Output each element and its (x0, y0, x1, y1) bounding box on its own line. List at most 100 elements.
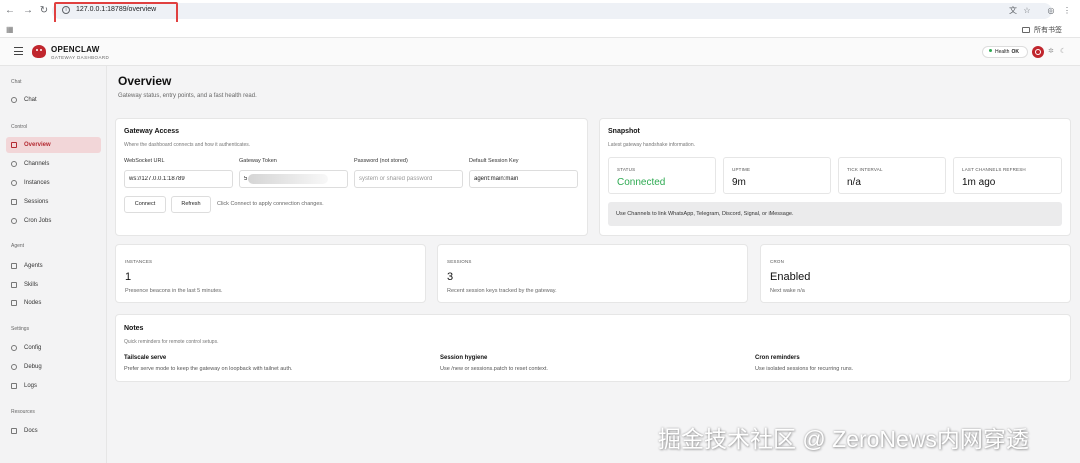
sidebar-item-logs[interactable]: Logs (6, 378, 101, 394)
connect-button[interactable]: Connect (124, 196, 166, 213)
password-label: Password (not stored) (354, 158, 408, 164)
sidebar-item-label: Logs (24, 383, 38, 389)
instances-card: INSTANCES 1 Presence beacons in the last… (115, 244, 426, 303)
menu-dots-icon[interactable]: ⋮ (1062, 6, 1072, 16)
sidebar-item-cron-jobs[interactable]: Cron Jobs (6, 213, 101, 229)
uptime-stat: UPTIME 9m (723, 157, 831, 194)
translate-icon[interactable]: 文 (1008, 6, 1018, 16)
sidebar-item-overview[interactable]: Overview (6, 137, 101, 153)
session-key-input[interactable] (469, 170, 578, 188)
websocket-url-input[interactable] (124, 170, 233, 188)
file-text-icon (11, 383, 17, 389)
hamburger-menu-icon[interactable] (14, 47, 23, 55)
sidebar-item-nodes[interactable]: Nodes (6, 295, 101, 311)
app-header: OPENCLAW GATEWAY DASHBOARD Health OK ✲ ☾ (0, 38, 1080, 66)
sidebar-item-label: Sessions (24, 199, 49, 205)
note-cron-title: Cron reminders (755, 355, 800, 361)
forward-arrow-icon[interactable]: → (22, 5, 34, 17)
sessions-label: SESSIONS (447, 259, 472, 264)
token-blur-mask (248, 174, 328, 184)
sidebar-item-sessions[interactable]: Sessions (6, 194, 101, 210)
sidebar-item-agents[interactable]: Agents (6, 258, 101, 274)
brand-name: OPENCLAW (51, 45, 100, 54)
sidebar-item-label: Instances (24, 180, 50, 186)
sidebar-item-label: Config (24, 345, 42, 351)
sidebar-item-label: Overview (24, 142, 51, 148)
sidebar-item-label: Cron Jobs (24, 218, 52, 224)
brand-subtitle: GATEWAY DASHBOARD (51, 55, 110, 60)
status-value: Connected (617, 177, 666, 188)
note-tailscale-text: Prefer serve mode to keep the gateway on… (124, 366, 293, 372)
password-input[interactable] (354, 170, 463, 188)
sidebar-item-debug[interactable]: Debug (6, 359, 101, 375)
page-title: Overview (118, 74, 172, 88)
profile-icon[interactable]: ◎ (1046, 6, 1056, 16)
all-bookmarks-label: 所有书签 (1034, 27, 1062, 34)
monitor-icon (11, 300, 17, 306)
bug-icon (11, 364, 17, 370)
folder-icon (11, 263, 17, 269)
address-bar[interactable] (52, 3, 1052, 19)
sidebar-section-control: Control (11, 124, 28, 130)
session-key-label: Default Session Key (469, 158, 519, 164)
sidebar-item-label: Agents (24, 263, 43, 269)
connect-hint: Click Connect to apply connection change… (217, 201, 324, 207)
cron-label: CRON (770, 259, 785, 264)
page-subtitle: Gateway status, entry points, and a fast… (118, 93, 257, 99)
all-bookmarks-button[interactable]: 所有书签 (1022, 25, 1062, 35)
sun-icon[interactable]: ✲ (1048, 47, 1054, 55)
apps-grid-icon[interactable]: ▦ (6, 25, 14, 34)
health-label: Health (995, 49, 1010, 55)
tick-interval-label: TICK INTERVAL (847, 167, 883, 172)
health-badge: Health OK (982, 46, 1028, 58)
moon-icon[interactable]: ☾ (1060, 47, 1066, 55)
uptime-value: 9m (732, 177, 746, 188)
folder-icon (1022, 27, 1030, 33)
channels-info-callout: Use Channels to link WhatsApp, Telegram,… (608, 202, 1062, 226)
sidebar-item-label: Debug (24, 364, 42, 370)
bookmark-star-icon[interactable]: ☆ (1022, 6, 1032, 16)
snapshot-subtitle: Latest gateway handshake information. (608, 142, 695, 148)
sidebar-item-label: Skills (24, 282, 39, 288)
status-stat: STATUS Connected (608, 157, 716, 194)
notes-title: Notes (124, 325, 144, 332)
sidebar-item-docs[interactable]: Docs (6, 423, 101, 439)
openclaw-logo (32, 45, 46, 58)
instances-label: INSTANCES (125, 259, 153, 264)
sidebar-item-channels[interactable]: Channels (6, 156, 101, 172)
sidebar-item-config[interactable]: Config (6, 340, 101, 356)
uptime-label: UPTIME (732, 167, 751, 172)
sidebar-section-chat: Chat (11, 79, 22, 85)
bar-chart-icon (11, 142, 17, 148)
gear-icon (11, 345, 17, 351)
websocket-url-label: WebSocket URL (124, 158, 165, 164)
health-status: OK (1011, 49, 1019, 55)
last-refresh-label: LAST CHANNELS REFRESH (962, 167, 1026, 172)
user-avatar[interactable] (1032, 46, 1044, 58)
refresh-button[interactable]: Refresh (171, 196, 211, 213)
gateway-token-label: Gateway Token (239, 158, 277, 164)
reload-icon[interactable]: ↻ (38, 5, 50, 17)
note-cron-text: Use isolated sessions for recurring runs… (755, 366, 854, 372)
instances-value: 1 (125, 271, 132, 283)
book-icon (11, 428, 17, 434)
sessions-description: Recent session keys tracked by the gatew… (447, 288, 557, 294)
sidebar-item-label: Chat (24, 97, 37, 103)
back-arrow-icon[interactable]: ← (4, 5, 16, 17)
sidebar-item-skills[interactable]: Skills (6, 277, 101, 293)
sidebar-item-label: Channels (24, 161, 50, 167)
note-session-title: Session hygiene (440, 355, 488, 361)
clock-icon (11, 218, 17, 224)
sidebar-item-chat[interactable]: Chat (6, 92, 101, 108)
link-icon (11, 161, 17, 167)
health-dot-icon (989, 49, 992, 52)
radio-icon (11, 180, 17, 186)
chat-bubble-icon (11, 97, 17, 103)
status-label: STATUS (617, 167, 636, 172)
gateway-access-subtitle: Where the dashboard connects and how it … (124, 142, 251, 148)
note-tailscale-title: Tailscale serve (124, 355, 167, 361)
watermark-text: 掘金技术社区 @ ZeroNews内网穿透 (658, 426, 1029, 452)
sidebar-item-instances[interactable]: Instances (6, 175, 101, 191)
note-session-text: Use /new or sessions.patch to reset cont… (440, 366, 548, 372)
last-refresh-stat: LAST CHANNELS REFRESH 1m ago (953, 157, 1062, 194)
